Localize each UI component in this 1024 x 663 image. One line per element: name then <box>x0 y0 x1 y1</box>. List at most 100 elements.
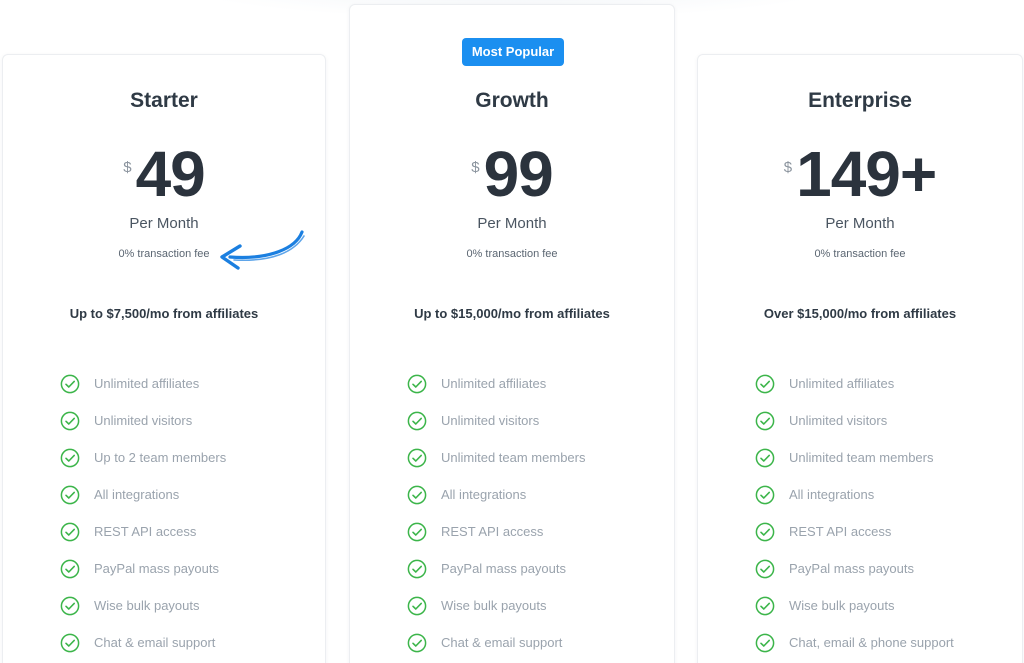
plan-name: Growth <box>475 89 549 112</box>
check-circle-icon <box>755 522 775 541</box>
affiliate-revenue-limit: Over $15,000/mo from affiliates <box>763 306 957 321</box>
feature-item: Chat & email support <box>60 624 226 661</box>
price-amount: 99 <box>483 138 554 210</box>
feature-item: All integrations <box>60 476 226 513</box>
feature-item: Unlimited team members <box>755 439 954 476</box>
feature-item: REST API access <box>407 513 586 550</box>
check-circle-icon <box>60 374 80 393</box>
check-circle-icon <box>60 559 80 578</box>
check-circle-icon <box>407 485 427 504</box>
check-circle-icon <box>407 374 427 393</box>
plan-name: Starter <box>130 89 198 112</box>
currency-symbol: $ <box>471 159 480 176</box>
check-circle-icon <box>60 411 80 430</box>
feature-list: Unlimited affiliates Unlimited visitors … <box>60 365 226 661</box>
feature-label: PayPal mass payouts <box>94 561 220 576</box>
feature-label: Unlimited affiliates <box>789 376 895 391</box>
check-circle-icon <box>755 596 775 615</box>
billing-period: Per Month <box>825 215 895 232</box>
feature-label: Chat & email support <box>441 635 563 650</box>
feature-label: Up to 2 team members <box>94 450 227 465</box>
currency-symbol: $ <box>123 159 132 176</box>
feature-label: REST API access <box>789 524 892 539</box>
currency-symbol: $ <box>783 159 793 176</box>
feature-item: Wise bulk payouts <box>407 587 586 624</box>
check-circle-icon <box>755 448 775 467</box>
feature-item: Unlimited visitors <box>60 402 226 439</box>
price-amount: 149+ <box>796 138 937 210</box>
feature-item: Wise bulk payouts <box>60 587 226 624</box>
feature-label: REST API access <box>94 524 197 539</box>
check-circle-icon <box>755 485 775 504</box>
feature-label: Chat & email support <box>94 635 216 650</box>
feature-label: Unlimited affiliates <box>441 376 547 391</box>
check-circle-icon <box>60 633 80 652</box>
feature-item: PayPal mass payouts <box>755 550 954 587</box>
feature-label: Wise bulk payouts <box>441 598 547 613</box>
feature-label: Unlimited team members <box>789 450 934 465</box>
check-circle-icon <box>755 374 775 393</box>
feature-item: REST API access <box>60 513 226 550</box>
feature-label: Unlimited affiliates <box>94 376 200 391</box>
check-circle-icon <box>407 411 427 430</box>
feature-item: PayPal mass payouts <box>60 550 226 587</box>
feature-item: Unlimited affiliates <box>60 365 226 402</box>
check-circle-icon <box>407 522 427 541</box>
feature-item: All integrations <box>407 476 586 513</box>
feature-item: Unlimited affiliates <box>407 365 586 402</box>
check-circle-icon <box>60 522 80 541</box>
affiliate-revenue-limit: Up to $15,000/mo from affiliates <box>414 306 610 321</box>
check-circle-icon <box>407 448 427 467</box>
curved-arrow-icon <box>220 230 305 270</box>
check-circle-icon <box>755 559 775 578</box>
plan-name: Enterprise <box>808 89 912 112</box>
feature-label: Unlimited visitors <box>94 413 193 428</box>
feature-list: Unlimited affiliates Unlimited visitors … <box>407 365 586 661</box>
plan-card-enterprise: Enterprise $149+ Per Month 0% transactio… <box>697 54 1023 663</box>
feature-item: Unlimited team members <box>407 439 586 476</box>
feature-label: Unlimited visitors <box>441 413 540 428</box>
feature-item: Unlimited affiliates <box>755 365 954 402</box>
pricing-page: Starter $49 Per Month 0% transaction fee… <box>0 0 1024 663</box>
check-circle-icon <box>755 411 775 430</box>
feature-label: All integrations <box>94 487 180 502</box>
feature-item: PayPal mass payouts <box>407 550 586 587</box>
check-circle-icon <box>407 596 427 615</box>
feature-label: Wise bulk payouts <box>94 598 200 613</box>
feature-item: Wise bulk payouts <box>755 587 954 624</box>
price: $99 <box>350 139 674 209</box>
check-circle-icon <box>60 485 80 504</box>
feature-item: Chat & email support <box>407 624 586 661</box>
plan-card-growth: Most Popular Growth $99 Per Month 0% tra… <box>349 4 675 663</box>
price-amount: 49 <box>135 138 206 210</box>
check-circle-icon <box>755 633 775 652</box>
feature-item: Up to 2 team members <box>60 439 226 476</box>
feature-label: PayPal mass payouts <box>789 561 915 576</box>
transaction-fee: 0% transaction fee <box>466 248 558 260</box>
feature-label: All integrations <box>441 487 527 502</box>
billing-period: Per Month <box>477 215 547 232</box>
feature-list: Unlimited affiliates Unlimited visitors … <box>755 365 954 661</box>
feature-label: Unlimited visitors <box>789 413 888 428</box>
feature-item: Unlimited visitors <box>755 402 954 439</box>
price: $49 <box>3 139 325 209</box>
most-popular-badge: Most Popular <box>462 38 564 66</box>
check-circle-icon <box>407 559 427 578</box>
affiliate-revenue-limit: Up to $7,500/mo from affiliates <box>69 306 259 321</box>
feature-label: Wise bulk payouts <box>789 598 895 613</box>
feature-label: All integrations <box>789 487 875 502</box>
check-circle-icon <box>60 596 80 615</box>
feature-label: REST API access <box>441 524 544 539</box>
transaction-fee: 0% transaction fee <box>814 248 906 260</box>
check-circle-icon <box>60 448 80 467</box>
feature-label: Unlimited team members <box>441 450 586 465</box>
feature-item: REST API access <box>755 513 954 550</box>
feature-item: Unlimited visitors <box>407 402 586 439</box>
feature-item: Chat, email & phone support <box>755 624 954 661</box>
feature-label: PayPal mass payouts <box>441 561 567 576</box>
feature-item: All integrations <box>755 476 954 513</box>
feature-label: Chat, email & phone support <box>789 635 954 650</box>
plan-card-starter: Starter $49 Per Month 0% transaction fee… <box>2 54 326 663</box>
price: $149+ <box>698 139 1022 209</box>
check-circle-icon <box>407 633 427 652</box>
